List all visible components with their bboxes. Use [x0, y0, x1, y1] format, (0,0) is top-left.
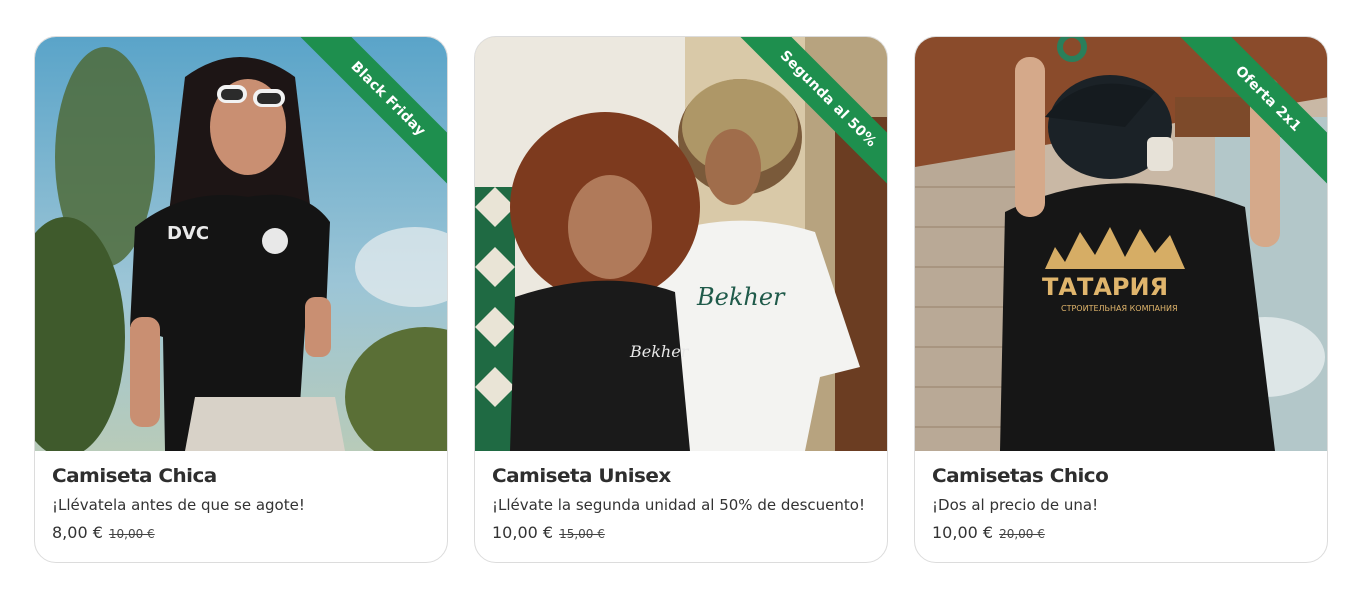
product-title[interactable]: Camisetas Chico [932, 463, 1327, 489]
old-price: 10,00 € [108, 527, 155, 541]
svg-text:СТРОИТЕЛЬНАЯ КОМПАНИЯ: СТРОИТЕЛЬНАЯ КОМПАНИЯ [1061, 304, 1178, 313]
product-photo[interactable]: DVC Black Friday [35, 37, 447, 451]
old-price: 15,00 € [559, 527, 605, 541]
product-photo[interactable]: Bekher Bekher Segunda al 50% [475, 37, 887, 451]
current-price: 8,00 € [52, 523, 103, 542]
product-title[interactable]: Camiseta Chica [52, 463, 447, 489]
product-subtitle: ¡Dos al precio de una! [932, 496, 1099, 514]
product-subtitle: ¡Llévatela antes de que se agote! [52, 496, 305, 514]
price-row: 10,00 € 15,00 € [492, 523, 870, 542]
product-subtitle: ¡Llévate la segunda unidad al 50% de des… [492, 496, 865, 514]
product-card[interactable]: DVC Black Friday Camiseta Chica ¡Llévate… [34, 36, 448, 563]
product-info: Camiseta Chica ¡Llévatela antes de que s… [52, 463, 430, 542]
product-card[interactable]: ТАТАРИЯ СТРОИТЕЛЬНАЯ КОМПАНИЯ Oferta 2x1… [914, 36, 1328, 563]
old-price: 20,00 € [999, 527, 1045, 541]
product-title[interactable]: Camiseta Unisex [492, 463, 887, 489]
svg-text:ТАТАРИЯ: ТАТАРИЯ [1042, 273, 1168, 301]
current-price: 10,00 € [492, 523, 554, 542]
product-info: Camisetas Chico ¡Dos al precio de una! 1… [932, 463, 1310, 542]
svg-text:Bekher: Bekher [629, 342, 690, 361]
product-photo[interactable]: ТАТАРИЯ СТРОИТЕЛЬНАЯ КОМПАНИЯ Oferta 2x1 [915, 37, 1327, 451]
price-row: 8,00 € 10,00 € [52, 523, 430, 542]
current-price: 10,00 € [932, 523, 994, 542]
svg-text:DVC: DVC [167, 223, 209, 244]
product-grid: DVC Black Friday Camiseta Chica ¡Llévate… [34, 36, 1329, 563]
product-card[interactable]: Bekher Bekher Segunda al 50% Camiseta Un… [474, 36, 888, 563]
price-row: 10,00 € 20,00 € [932, 523, 1310, 542]
product-info: Camiseta Unisex ¡Llévate la segunda unid… [492, 463, 870, 542]
svg-text:Bekher: Bekher [696, 283, 786, 311]
